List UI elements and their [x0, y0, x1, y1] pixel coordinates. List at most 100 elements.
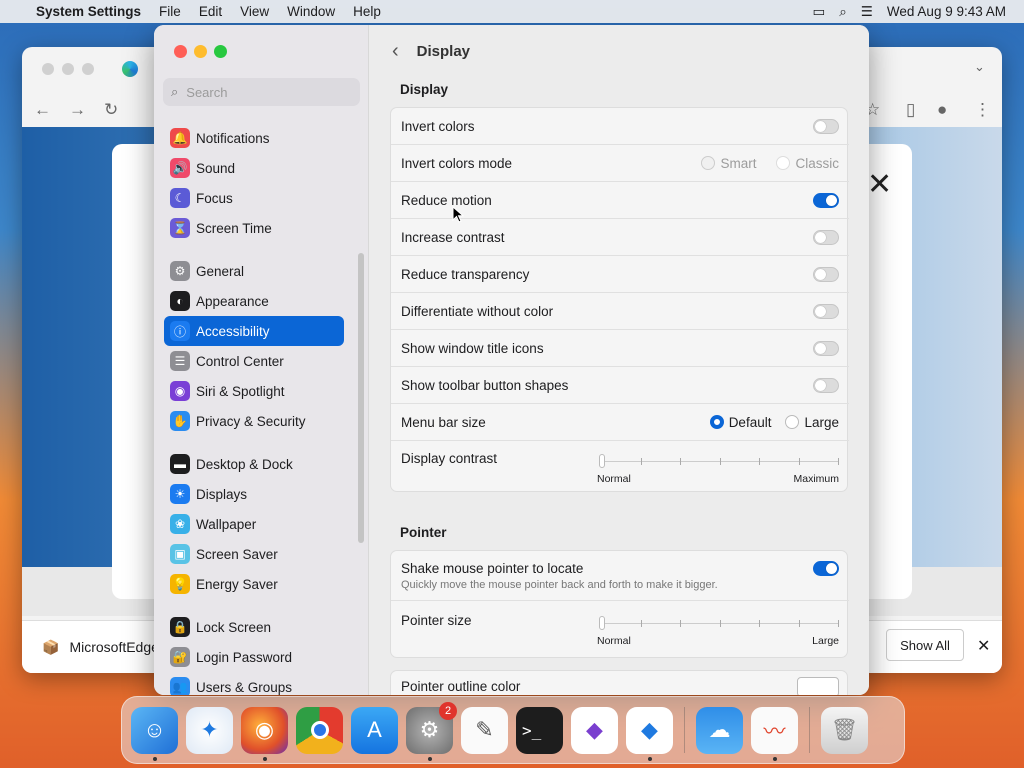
control-center-icon[interactable]: ☰ [861, 4, 873, 20]
edge-zoom-button[interactable] [82, 63, 94, 75]
sidebar-item-notifications[interactable]: 🔔 Notifications [164, 123, 344, 153]
menu-file[interactable]: File [150, 4, 190, 19]
row-increase-contrast: Increase contrast [391, 219, 849, 256]
gear-icon: ⚙ [170, 261, 190, 281]
sidebar-item-energy-saver[interactable]: 💡 Energy Saver [164, 569, 344, 599]
row-shake-pointer: Shake mouse pointer to locate Quickly mo… [391, 551, 849, 601]
more-menu-icon[interactable]: ⋮ [974, 100, 991, 120]
row-differentiate-without-color: Differentiate without color [391, 293, 849, 330]
toggle-reduce-transparency[interactable] [813, 266, 839, 282]
sidebar-item-general[interactable]: ⚙ General [164, 256, 344, 286]
row-invert-colors-mode: Invert colors mode Smart Classic [391, 145, 849, 182]
dock-terminal-icon[interactable]: >_ [516, 706, 563, 754]
pointer-size-slider[interactable]: Normal Large [597, 615, 839, 647]
dock-textedit-icon[interactable]: ✎ [461, 706, 508, 754]
edge-minimize-button[interactable] [62, 63, 74, 75]
toggle-toolbar-button-shapes[interactable] [813, 377, 839, 393]
window-minimize-button[interactable] [194, 45, 207, 58]
forward-arrow-icon[interactable]: → [69, 100, 86, 120]
hand-icon: ✋ [170, 411, 190, 431]
window-zoom-button[interactable] [214, 45, 227, 58]
sidebar-item-label: Screen Time [196, 220, 272, 236]
row-toolbar-button-shapes: Show toolbar button shapes [391, 367, 849, 404]
menu-help[interactable]: Help [344, 4, 390, 19]
dock-system-settings-icon[interactable]: ⚙ 2 [406, 701, 457, 761]
users-icon: 👥 [170, 677, 190, 695]
menubar-clock[interactable]: Wed Aug 9 9:43 AM [887, 4, 1006, 19]
tab-chevron-icon[interactable]: ⌄ [974, 59, 985, 75]
toggle-differentiate-without-color[interactable] [813, 303, 839, 319]
sidebar-scrollbar[interactable] [358, 253, 364, 543]
sidebar-item-displays[interactable]: ☀ Displays [164, 479, 344, 509]
sidebar-item-label: Privacy & Security [196, 413, 306, 429]
dock-freeform-icon[interactable]: 〰 [751, 706, 798, 761]
split-screen-icon[interactable]: ▯ [906, 100, 915, 120]
sidebar-item-screen-time[interactable]: ⌛ Screen Time [164, 213, 344, 243]
sidebar-item-control-center[interactable]: ☰ Control Center [164, 346, 344, 376]
edge-close-button[interactable] [42, 63, 54, 75]
radio-large[interactable]: Large [785, 415, 839, 430]
sidebar-item-sound[interactable]: 🔊 Sound [164, 153, 344, 183]
sidebar-search-field[interactable]: ⌕ Search [163, 78, 360, 106]
sidebar-item-accessibility[interactable]: ⓘ Accessibility [164, 316, 344, 346]
search-placeholder: Search [186, 84, 228, 100]
pointer-size-knob[interactable] [599, 616, 605, 630]
toggle-increase-contrast[interactable] [813, 229, 839, 245]
dock-visual-studio-icon[interactable]: ◆ [571, 706, 618, 754]
dock-vscode-icon[interactable]: ◆ [626, 706, 673, 761]
window-close-button[interactable] [174, 45, 187, 58]
toggle-shake-pointer[interactable] [813, 561, 839, 576]
back-chevron-icon[interactable]: ‹ [392, 40, 399, 63]
screen-mirroring-icon[interactable]: ▭ [812, 4, 825, 20]
toggle-invert-colors[interactable] [813, 118, 839, 134]
download-filename[interactable]: MicrosoftEdge [69, 639, 158, 655]
sidebar-item-label: Users & Groups [196, 679, 293, 695]
profile-avatar-icon[interactable]: ● [937, 100, 947, 120]
radio-classic[interactable]: Classic [776, 156, 839, 171]
pointer-outline-color-well[interactable] [797, 677, 839, 695]
dock-chrome-icon[interactable] [296, 706, 343, 754]
refresh-icon[interactable]: ↻ [104, 100, 118, 120]
siri-icon: ◉ [170, 381, 190, 401]
sidebar-item-lock-screen[interactable]: 🔒 Lock Screen [164, 612, 344, 642]
sidebar-item-wallpaper[interactable]: ❀ Wallpaper [164, 509, 344, 539]
menu-app-name[interactable]: System Settings [27, 4, 150, 19]
close-x-icon[interactable]: ✕ [867, 167, 892, 202]
downloads-close-icon[interactable]: ✕ [977, 636, 990, 656]
padlock-icon: 🔐 [170, 647, 190, 667]
radio-default-label: Default [728, 414, 772, 430]
sidebar-item-login-password[interactable]: 🔐 Login Password [164, 642, 344, 672]
system-settings-window: ⌕ Search 🔔 Notifications 🔊 Sound ☾ Focus ⌛ Scre… [154, 25, 869, 695]
dock-firefox-icon[interactable]: ◉ [241, 706, 288, 761]
back-arrow-icon[interactable]: ← [34, 100, 51, 120]
menu-view[interactable]: View [231, 4, 278, 19]
display-contrast-slider[interactable]: Normal Maximum [597, 453, 839, 485]
sidebar-item-appearance[interactable]: ◐ Appearance [164, 286, 344, 316]
dock-safari-icon[interactable]: ✦ [186, 706, 233, 754]
display-contrast-knob[interactable] [599, 454, 605, 468]
toggle-reduce-motion[interactable] [813, 192, 839, 208]
sidebar-item-privacy-security[interactable]: ✋ Privacy & Security [164, 406, 344, 436]
label-increase-contrast: Increase contrast [401, 229, 505, 245]
dock-weather-icon[interactable]: ☁ [696, 706, 743, 754]
dock-finder-icon[interactable]: ☺ [131, 706, 178, 761]
dock-trash-icon[interactable]: 🗑 [821, 706, 868, 754]
sidebar-item-desktop-dock[interactable]: ▬ Desktop & Dock [164, 449, 344, 479]
menu-edit[interactable]: Edit [190, 4, 231, 19]
settings-sidebar: ⌕ Search 🔔 Notifications 🔊 Sound ☾ Focus ⌛ Scre… [154, 25, 369, 695]
sidebar-item-focus[interactable]: ☾ Focus [164, 183, 344, 213]
show-all-downloads-button[interactable]: Show All [886, 629, 964, 661]
radio-default[interactable]: Default [709, 414, 772, 430]
toggle-window-title-icons[interactable] [813, 340, 839, 356]
sidebar-item-siri-spotlight[interactable]: ◉ Siri & Spotlight [164, 376, 344, 406]
sidebar-item-users-groups[interactable]: 👥 Users & Groups [164, 672, 344, 695]
bulb-icon: 💡 [170, 574, 190, 594]
menu-window[interactable]: Window [278, 4, 344, 19]
label-differentiate-without-color: Differentiate without color [401, 303, 554, 319]
dock-app-store-icon[interactable]: A [351, 706, 398, 754]
sidebar-item-label: Wallpaper [196, 516, 257, 532]
sidebar-item-screen-saver[interactable]: ▣ Screen Saver [164, 539, 344, 569]
radio-smart[interactable]: Smart [701, 156, 756, 171]
spotlight-search-icon[interactable]: ⌕ [839, 4, 847, 20]
sidebar-item-label: Siri & Spotlight [196, 383, 285, 399]
